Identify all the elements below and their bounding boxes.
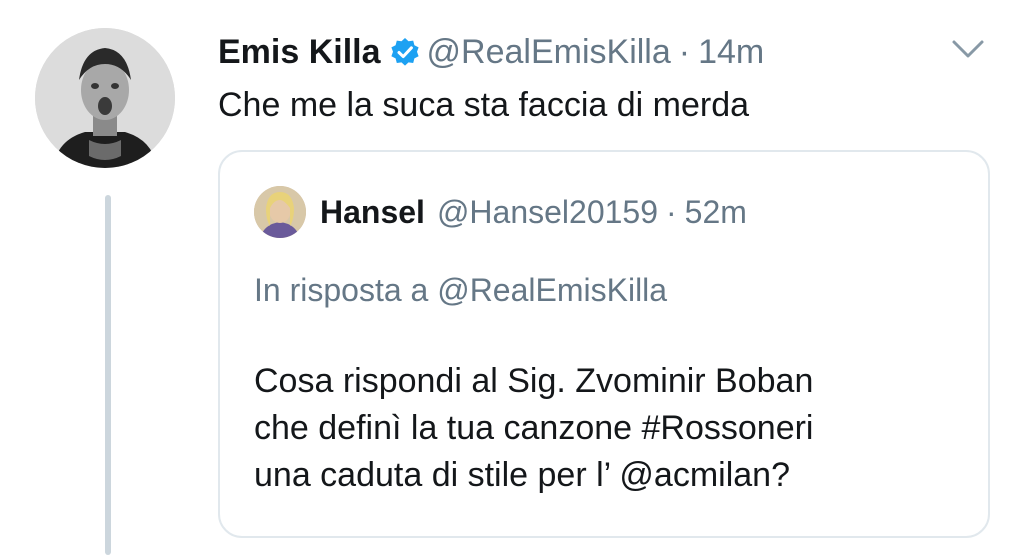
author-handle[interactable]: @RealEmisKilla — [427, 30, 671, 74]
quoted-author-avatar[interactable] — [254, 186, 306, 238]
tweet-header: Emis Killa @RealEmisKilla · 14m — [218, 30, 764, 74]
quoted-tweet-card[interactable]: Hansel @Hansel20159 · 52m In risposta a … — [218, 150, 990, 538]
quoted-text-line: che definì la tua canzone #Rossoneri — [254, 409, 814, 447]
quoted-text-line: Cosa rispondi al Sig. Zvominir Boban — [254, 362, 814, 400]
author-name[interactable]: Emis Killa — [218, 30, 381, 74]
quoted-tweet-timestamp[interactable]: 52m — [685, 192, 747, 232]
quoted-text-line: una caduta di stile per l’ @acmilan? — [254, 456, 790, 494]
author-avatar[interactable] — [35, 28, 175, 168]
quoted-author-name[interactable]: Hansel — [320, 192, 425, 232]
quoted-tweet-header: Hansel @Hansel20159 · 52m — [254, 182, 747, 242]
profile-photo-icon — [254, 186, 306, 238]
quoted-tweet-text: Cosa rispondi al Sig. Zvominir Boban che… — [254, 358, 813, 499]
reply-context: In risposta a @RealEmisKilla — [254, 272, 668, 308]
tweet-timestamp[interactable]: 14m — [698, 30, 764, 74]
chevron-down-icon[interactable] — [948, 36, 988, 62]
separator-dot: · — [678, 33, 691, 71]
quoted-author-handle[interactable]: @Hansel20159 — [437, 192, 658, 232]
tweet-text: Che me la suca sta faccia di merda — [218, 86, 750, 124]
separator-dot: · — [666, 194, 677, 230]
thread-connector-line — [105, 195, 111, 555]
profile-photo-icon — [35, 28, 175, 168]
verified-badge-icon — [389, 36, 421, 68]
